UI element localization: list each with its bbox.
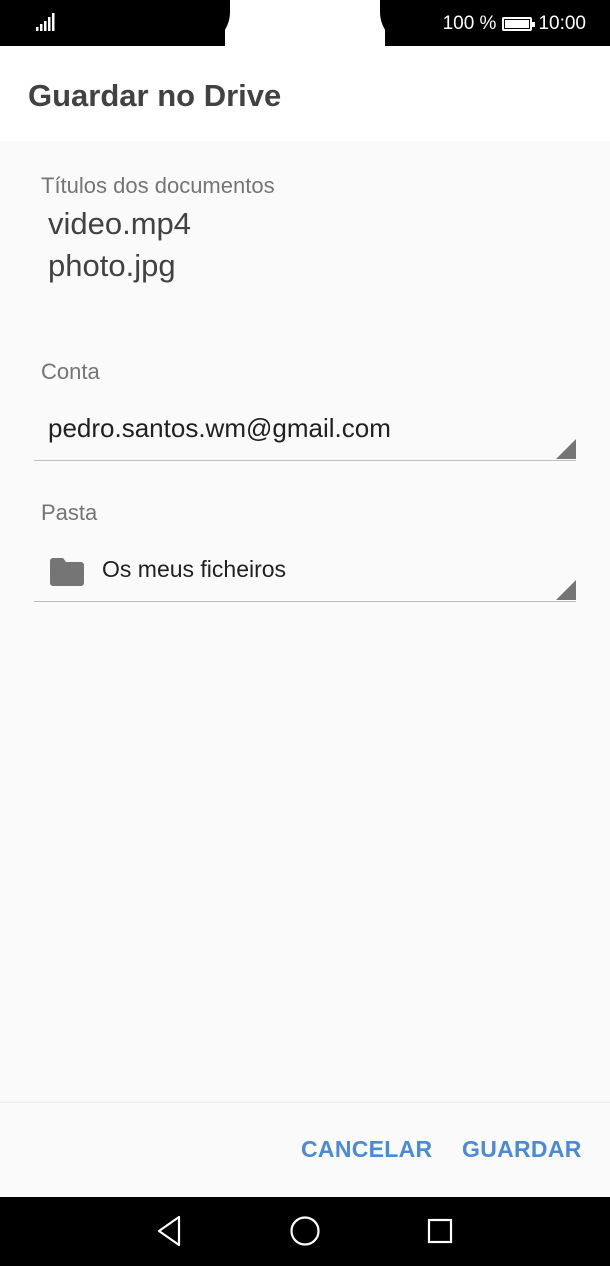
document-name-video: video.mp4 xyxy=(48,206,192,241)
dialog-title: Guardar no Drive xyxy=(28,78,282,113)
back-icon[interactable] xyxy=(150,1211,190,1251)
folder-value: Os meus ficheiros xyxy=(102,556,287,582)
battery-percent: 100 % xyxy=(442,13,497,34)
footer-divider xyxy=(0,1102,610,1103)
status-bar-left xyxy=(0,0,230,46)
folder-label: Pasta xyxy=(41,500,98,525)
folder-dropdown[interactable]: Os meus ficheiros xyxy=(34,541,576,602)
documents-label: Títulos dos documentos xyxy=(41,173,275,198)
clock: 10:00 xyxy=(538,13,586,34)
account-label: Conta xyxy=(41,359,100,384)
account-value: pedro.santos.wm@gmail.com xyxy=(48,413,391,443)
recents-icon[interactable] xyxy=(420,1211,460,1251)
cancel-button[interactable]: CANCELAR xyxy=(301,1136,432,1163)
screen: 100 % 10:00 Guardar no Drive Títulos dos… xyxy=(0,0,610,1266)
document-name-photo: photo.jpg xyxy=(48,248,176,283)
folder-icon xyxy=(50,558,84,586)
save-button[interactable]: GUARDAR xyxy=(462,1136,582,1163)
dropdown-arrow-icon xyxy=(556,439,576,459)
battery-icon xyxy=(502,17,536,31)
save-to-drive-dialog: Guardar no Drive Títulos dos documentos … xyxy=(0,46,610,1197)
status-bar: 100 % 10:00 xyxy=(0,0,610,46)
notch-area xyxy=(225,0,385,46)
home-icon[interactable] xyxy=(285,1211,325,1251)
dropdown-arrow-icon xyxy=(556,580,576,600)
navigation-bar xyxy=(0,1197,610,1266)
signal-icon xyxy=(36,13,55,31)
account-dropdown[interactable]: pedro.santos.wm@gmail.com xyxy=(34,400,576,461)
dialog-header: Guardar no Drive xyxy=(0,46,610,141)
status-right-group: 100 % 10:00 xyxy=(443,12,586,36)
